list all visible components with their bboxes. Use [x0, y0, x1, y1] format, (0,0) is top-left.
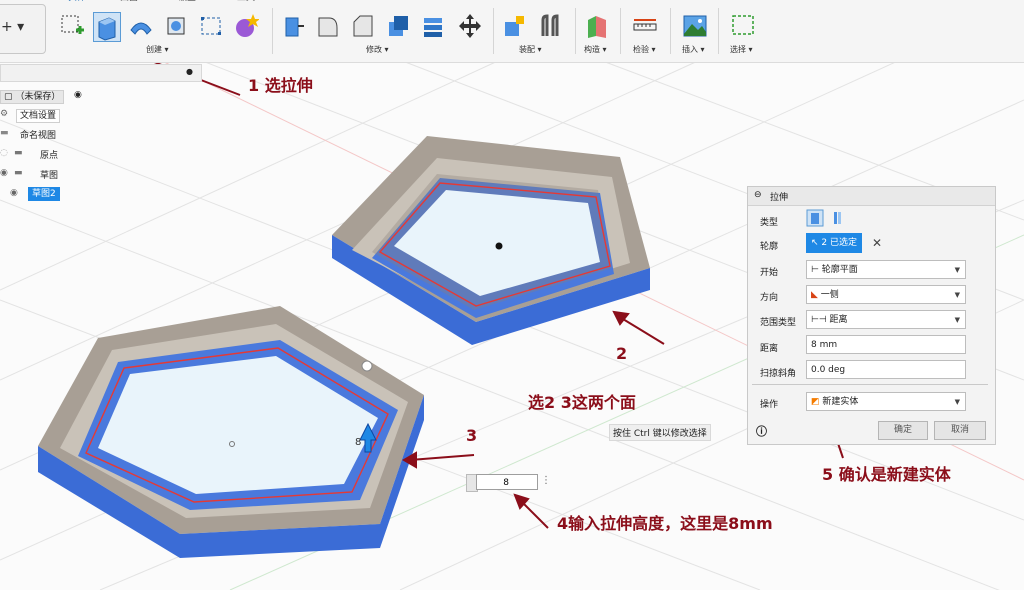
chevron-down-icon: ▼	[954, 266, 960, 274]
loft-icon[interactable]	[198, 12, 224, 40]
group-modify[interactable]: 修改 ▾	[366, 44, 389, 55]
activate-radio-icon[interactable]: ◉	[74, 90, 82, 100]
rotate-handle[interactable]	[361, 360, 373, 372]
cancel-button[interactable]: 取消	[934, 421, 986, 440]
height-label: 8	[355, 437, 362, 448]
dialog-header: ⊖ 拉伸	[748, 187, 995, 206]
collapse-icon[interactable]: ⊖	[754, 190, 762, 200]
more-options-icon[interactable]: ⋮	[541, 475, 551, 486]
ctrl-hint-tooltip: 按住 Ctrl 键以修改选择	[609, 424, 711, 441]
extrude-icon[interactable]	[93, 12, 121, 42]
eye-icon: ◉	[10, 188, 18, 198]
combine-icon[interactable]	[420, 12, 446, 40]
type-solid-icon[interactable]	[806, 209, 824, 227]
group-construct[interactable]: 构造 ▾	[584, 44, 607, 55]
create-sketch-icon[interactable]	[58, 12, 84, 40]
offset-plane-icon[interactable]	[584, 12, 610, 40]
ribbon-toolbar: + ▾ 实体 曲面 钣金 工具 创建 ▾ 修改 ▾ 装配 ▾ 构造 ▾ 检验 ▾…	[0, 0, 1024, 63]
joint-icon[interactable]	[537, 12, 563, 40]
folder-icon: ▬	[14, 168, 23, 178]
sweep-icon[interactable]	[163, 12, 189, 40]
eye-icon: ◉	[0, 168, 8, 178]
direction-icon: ◣	[811, 290, 821, 300]
fillet-icon[interactable]	[315, 12, 341, 40]
tree-item-sketch2[interactable]: ◉ 草图2	[10, 187, 60, 202]
press-pull-icon[interactable]	[280, 12, 306, 40]
extrude-dialog: ⊖ 拉伸 类型 轮廓 ↖ 2 已选定 ✕ 开始 ⊢ 轮廓平面 ▼ 方向 ◣ 一侧 ▼…	[747, 186, 996, 445]
chamfer-icon[interactable]	[350, 12, 376, 40]
operation-select[interactable]: ◩ 新建实体 ▼	[806, 392, 966, 411]
cursor-icon: ↖	[811, 238, 822, 248]
annotation-step2: 2	[616, 344, 628, 363]
lower-hexagon-solid[interactable]	[38, 306, 424, 558]
start-select[interactable]: ⊢ 轮廓平面 ▼	[806, 260, 966, 279]
group-select[interactable]: 选择 ▾	[730, 44, 753, 55]
info-icon[interactable]: ⓘ	[756, 423, 767, 439]
folder-icon: ▬	[0, 128, 9, 138]
move-icon[interactable]	[457, 12, 483, 40]
workspace-switcher[interactable]: + ▾	[0, 4, 46, 54]
annotation-step3: 3	[466, 426, 478, 445]
group-insert[interactable]: 插入 ▾	[682, 44, 705, 55]
group-inspect[interactable]: 检验 ▾	[633, 44, 656, 55]
gear-icon: ⚙	[0, 109, 9, 119]
annotation-step1: 1 选拉伸	[248, 76, 313, 95]
tab-tools[interactable]: 工具	[237, 0, 255, 3]
chevron-down-icon: ▼	[954, 316, 960, 324]
distance-input[interactable]: 8 mm	[806, 335, 966, 354]
chevron-down-icon: ▼	[954, 398, 960, 406]
clear-selection-icon[interactable]: ✕	[872, 236, 882, 250]
tab-surface[interactable]: 曲面	[120, 0, 138, 3]
shell-icon[interactable]	[385, 12, 411, 40]
tab-sheetmetal[interactable]: 钣金	[178, 0, 196, 3]
taper-angle-input[interactable]: 0.0 deg	[806, 360, 966, 379]
annotation-select-faces: 选2 3这两个面	[528, 393, 636, 412]
tree-item-named-views[interactable]: ▬ 命名视图	[0, 128, 56, 142]
tree-item-sketches[interactable]: ◉ ▬ 草图	[0, 168, 58, 182]
annotation-step4: 4输入拉伸高度，这里是8mm	[557, 514, 773, 533]
tree-item-doc-settings[interactable]: ⚙ 文档设置	[0, 109, 61, 123]
browser-header: ●	[0, 64, 202, 82]
create-more-icon[interactable]	[233, 12, 259, 40]
component-icon: ▢	[4, 92, 16, 102]
new-component-icon[interactable]	[502, 12, 528, 40]
revolve-icon[interactable]	[128, 12, 154, 40]
group-assemble[interactable]: 装配 ▾	[519, 44, 542, 55]
group-create[interactable]: 创建 ▾	[146, 44, 169, 55]
tree-item-origin[interactable]: ◌ ▬ 原点	[0, 148, 58, 162]
chevron-down-icon: ▼	[954, 291, 960, 299]
folder-icon: ▬	[14, 148, 23, 158]
profile-selection-button[interactable]: ↖ 2 已选定	[806, 233, 862, 253]
measure-icon[interactable]	[632, 12, 658, 40]
sketch-point[interactable]	[495, 242, 503, 250]
extent-type-select[interactable]: ⊢⊣ 距离 ▼	[806, 310, 966, 329]
browser-collapse-icon[interactable]: ●	[186, 67, 193, 76]
insert-image-icon[interactable]	[682, 12, 708, 40]
annotation-step5: 5 确认是新建实体	[822, 465, 951, 484]
distance-icon: ⊢⊣	[811, 315, 830, 325]
direction-select[interactable]: ◣ 一侧 ▼	[806, 285, 966, 304]
type-thin-icon[interactable]	[828, 209, 846, 227]
select-box-icon[interactable]	[730, 12, 756, 40]
new-body-icon: ◩	[811, 397, 823, 407]
start-plane-icon: ⊢	[811, 265, 822, 275]
distance-heads-up-input[interactable]: 8	[476, 474, 538, 490]
eye-hidden-icon: ◌	[0, 148, 8, 158]
ok-button[interactable]: 确定	[878, 421, 928, 440]
tab-solid[interactable]: 实体	[68, 0, 86, 3]
